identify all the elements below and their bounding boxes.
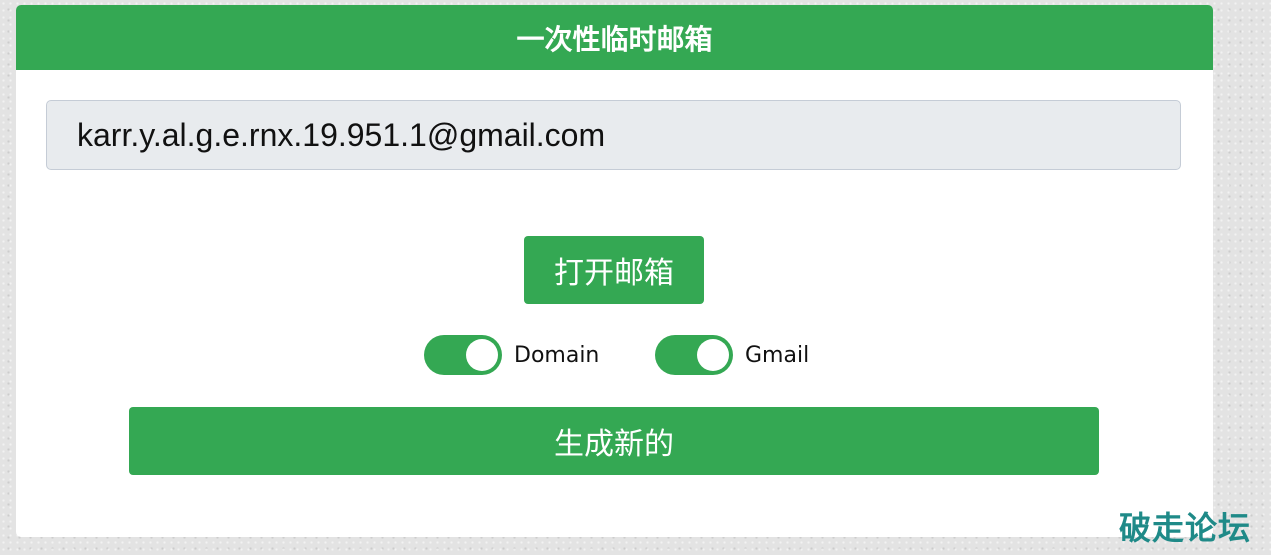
gmail-toggle-switch[interactable] — [655, 335, 733, 375]
page-title: 一次性临时邮箱 — [516, 22, 713, 56]
gmail-toggle-group: Gmail — [655, 335, 809, 375]
toggle-knob — [466, 339, 498, 371]
gmail-toggle-label: Gmail — [745, 342, 810, 368]
email-address-text: karr.y.al.g.e.rnx.19.951.1@gmail.com — [77, 116, 606, 153]
open-mailbox-button[interactable]: 打开邮箱 — [524, 236, 704, 304]
email-address-field[interactable]: karr.y.al.g.e.rnx.19.951.1@gmail.com — [46, 100, 1181, 170]
generate-new-button[interactable]: 生成新的 — [129, 407, 1099, 475]
temp-mail-card: 一次性临时邮箱 karr.y.al.g.e.rnx.19.951.1@gmail… — [16, 5, 1213, 537]
domain-toggle-switch[interactable] — [424, 335, 502, 375]
domain-toggle-label: Domain — [514, 342, 600, 368]
domain-toggle-group: Domain — [424, 335, 599, 375]
forum-watermark: 破走论坛 — [1118, 509, 1251, 547]
open-mailbox-label: 打开邮箱 — [554, 256, 674, 291]
card-header: 一次性临时邮箱 — [16, 5, 1213, 70]
toggle-knob — [697, 339, 729, 371]
generate-new-label: 生成新的 — [554, 427, 674, 462]
